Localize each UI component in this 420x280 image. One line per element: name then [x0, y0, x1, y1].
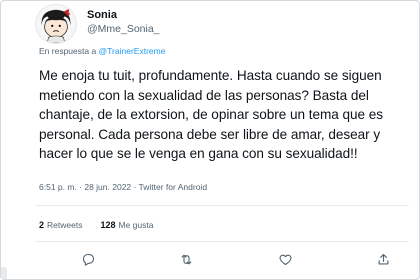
tweet-actions [81, 252, 391, 267]
retweets-stat[interactable]: 2 Retweets [39, 220, 82, 230]
reply-icon[interactable] [81, 252, 96, 267]
divider [35, 241, 409, 242]
like-icon[interactable] [278, 252, 293, 267]
tweet-stats: 2 Retweets 128 Me gusta [39, 220, 153, 230]
retweet-icon[interactable] [179, 252, 194, 267]
reply-mention-link[interactable]: @TrainerExtreme [99, 46, 166, 56]
likes-label: Me gusta [118, 220, 154, 230]
mafalda-avatar-icon[interactable] [35, 4, 77, 44]
share-icon[interactable] [376, 252, 391, 267]
reply-context: En respuesta a @TrainerExtreme [39, 46, 165, 56]
tweet-card: Sonia @Mme_Sonia_ En respuesta a @Traine… [0, 0, 420, 280]
divider [35, 205, 409, 206]
retweets-count: 2 [39, 220, 45, 230]
tweet-header: Sonia @Mme_Sonia_ [35, 4, 160, 44]
tweet-timestamp[interactable]: 6:51 p. m. · 28 jun. 2022 · Twitter for … [39, 182, 207, 192]
retweets-label: Retweets [47, 220, 83, 230]
display-name[interactable]: Sonia [87, 8, 160, 22]
likes-stat[interactable]: 128 Me gusta [100, 220, 153, 230]
user-handle[interactable]: @Mme_Sonia_ [87, 22, 160, 36]
user-names: Sonia @Mme_Sonia_ [87, 8, 160, 36]
tweet-text: Me enoja tu tuit, profundamente. Hasta c… [39, 68, 384, 161]
corner-mark [1, 267, 7, 279]
likes-count: 128 [100, 220, 116, 230]
reply-prefix: En respuesta a [39, 46, 99, 56]
